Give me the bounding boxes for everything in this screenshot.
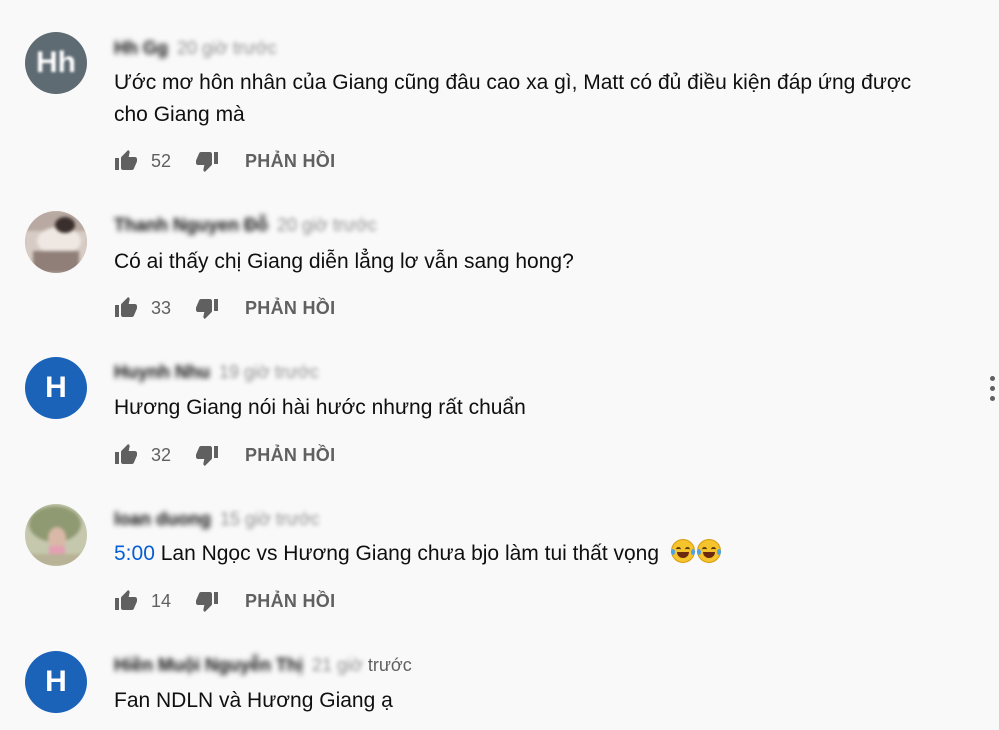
comment-text: Fan NDLN và Hương Giang ạ (114, 689, 393, 712)
author-name[interactable]: loan duong (114, 509, 211, 529)
reply-button[interactable]: PHẢN HỒI (245, 298, 335, 319)
comment-actions: 52 PHẢN HỒI (114, 148, 335, 174)
comment-header: Huynh Nhu 19 giờ trước (114, 362, 319, 383)
like-count: 14 (151, 590, 172, 611)
avatar[interactable]: H (25, 357, 87, 419)
reply-button[interactable]: PHẢN HỒI (245, 151, 335, 172)
thumbs-down-icon[interactable] (195, 443, 219, 467)
like-count: 52 (151, 150, 172, 171)
author-name[interactable]: Thanh Nguyen Đỗ (114, 215, 268, 235)
face-with-tears-of-joy-icon (670, 539, 695, 563)
author-name[interactable]: Hiền Muội Nguyễn Thị (114, 655, 303, 675)
comment-header: Thanh Nguyen Đỗ 20 giờ trước (114, 215, 377, 236)
comment-time[interactable]: 15 giờ trước (220, 509, 320, 529)
thumbs-down-icon[interactable] (195, 296, 219, 320)
comment-time[interactable]: 21 giờ (312, 655, 363, 675)
comment-header: Hh Gg 20 giờ trước (114, 38, 277, 59)
comment-time[interactable]: 20 giờ trước (177, 38, 277, 58)
thumbs-down-icon[interactable] (195, 589, 219, 613)
video-timestamp-link[interactable]: 5:00 (114, 542, 155, 565)
thumbs-up-icon[interactable] (114, 149, 138, 173)
comment-time-word[interactable]: trước (368, 655, 412, 675)
avatar[interactable]: H (25, 651, 87, 713)
avatar[interactable]: Hh (25, 32, 87, 94)
thumbs-up-icon[interactable] (114, 296, 138, 320)
thumbs-down-icon[interactable] (195, 149, 219, 173)
face-with-tears-of-joy-icon (696, 539, 721, 563)
comment-time[interactable]: 20 giờ trước (277, 215, 377, 235)
avatar-photo (25, 211, 87, 273)
thumbs-up-icon[interactable] (114, 443, 138, 467)
reply-button[interactable]: PHẢN HỒI (245, 445, 335, 466)
comment-text: 5:00 Lan Ngọc vs Hương Giang chưa bjo là… (114, 538, 964, 570)
author-name[interactable]: Hh Gg (114, 38, 168, 58)
avatar-photo (25, 504, 87, 566)
comment-text-body: Lan Ngọc vs Hương Giang chưa bjo làm tui… (154, 542, 660, 565)
comment-time[interactable]: 19 giờ trước (219, 362, 319, 382)
thumbs-up-icon[interactable] (114, 589, 138, 613)
comment-actions: 33 PHẢN HỒI (114, 295, 335, 321)
comment-actions: 32 PHẢN HỒI (114, 442, 335, 468)
avatar[interactable] (25, 211, 87, 273)
comment-actions: 14 PHẢN HỒI (114, 588, 335, 614)
more-vertical-icon[interactable] (988, 376, 996, 406)
reply-button[interactable]: PHẢN HỒI (245, 591, 335, 612)
author-name[interactable]: Huynh Nhu (114, 362, 210, 382)
like-count: 32 (151, 444, 172, 465)
comment-text: Ước mơ hôn nhân của Giang cũng đâu cao x… (114, 71, 912, 126)
avatar[interactable] (25, 504, 87, 566)
comment-header: loan duong 15 giờ trước (114, 509, 320, 530)
like-count: 33 (151, 297, 172, 318)
comment-header: Hiền Muội Nguyễn Thị 21 giờ trước (114, 655, 412, 676)
comment-text: Hương Giang nói hài hước nhưng rất chuẩn (114, 396, 526, 419)
comment-text: Có ai thấy chị Giang diễn lẳng lơ vẫn sa… (114, 250, 574, 273)
